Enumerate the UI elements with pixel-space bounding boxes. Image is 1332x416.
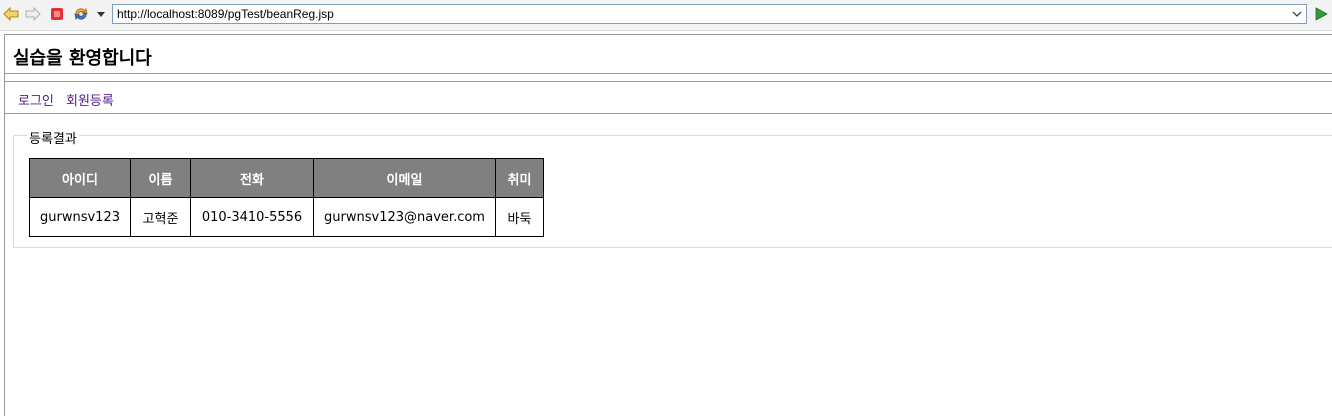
chevron-down-icon[interactable]: [1290, 7, 1304, 21]
cell-name: 고혁준: [130, 197, 191, 237]
browser-toolbar: http://localhost:8089/pgTest/beanReg.jsp: [0, 0, 1332, 31]
header-name: 이름: [130, 158, 191, 198]
cell-phone: 010-3410-5556: [190, 197, 314, 237]
refresh-icon[interactable]: [73, 6, 89, 22]
url-input[interactable]: http://localhost:8089/pgTest/beanReg.jsp: [112, 4, 1307, 24]
dropdown-triangle-icon[interactable]: [93, 6, 109, 22]
url-text[interactable]: http://localhost:8089/pgTest/beanReg.jsp: [117, 7, 334, 21]
nav-section: 로그인 회원등록: [5, 81, 1332, 114]
nav-login-link[interactable]: 로그인: [18, 90, 54, 109]
header-phone: 전화: [190, 158, 314, 198]
page-frame: 실습을 환영합니다 로그인 회원등록 등록결과 아이디 이름 전화 이메일 취미…: [4, 34, 1332, 416]
cell-email: gurwnsv123@naver.com: [313, 197, 496, 237]
result-table: 아이디 이름 전화 이메일 취미 gurwnsv123 고혁준 010-3410…: [29, 158, 544, 237]
header-id: 아이디: [29, 158, 131, 198]
fieldset-legend: 등록결과: [27, 128, 79, 147]
nav-register-link[interactable]: 회원등록: [66, 90, 114, 109]
page-title: 실습을 환영합니다: [13, 48, 152, 69]
header-hobby: 취미: [495, 158, 544, 198]
header-section: 실습을 환영합니다: [5, 34, 1332, 74]
header-email: 이메일: [313, 158, 496, 198]
cell-id: gurwnsv123: [29, 197, 131, 237]
go-play-icon[interactable]: [1313, 6, 1329, 22]
result-fieldset: 등록결과 아이디 이름 전화 이메일 취미 gurwnsv123 고혁준 010…: [13, 128, 1332, 248]
table-row: gurwnsv123 고혁준 010-3410-5556 gurwnsv123@…: [29, 197, 544, 237]
forward-arrow-icon[interactable]: [25, 6, 41, 22]
cell-hobby: 바둑: [495, 197, 544, 237]
back-arrow-icon[interactable]: [3, 6, 19, 22]
stop-icon[interactable]: [49, 6, 65, 22]
table-header-row: 아이디 이름 전화 이메일 취미: [29, 158, 544, 198]
